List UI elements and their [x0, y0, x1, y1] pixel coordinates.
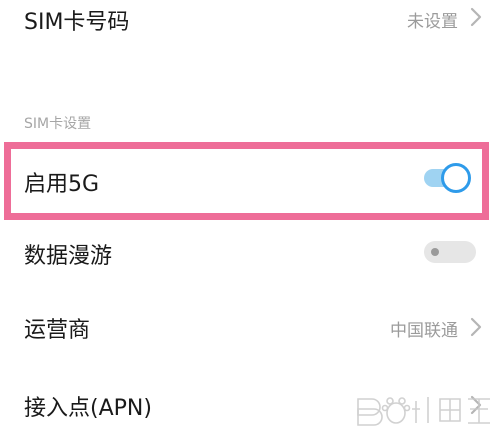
sim-number-label: SIM卡号码 — [24, 10, 130, 35]
sim-number-row[interactable]: SIM卡号码 未设置 — [0, 0, 500, 38]
data-roaming-toggle[interactable] — [424, 241, 476, 263]
apn-label: 接入点(APN) — [24, 396, 152, 421]
carrier-label: 运营商 — [24, 318, 91, 343]
apn-row[interactable]: 接入点(APN) — [0, 376, 500, 432]
enable-5g-toggle[interactable] — [422, 163, 472, 193]
sim-number-value: 未设置 — [407, 12, 458, 32]
toggle-knob — [441, 163, 471, 193]
chevron-right-icon — [470, 317, 482, 337]
enable-5g-label: 启用5G — [24, 172, 100, 197]
carrier-row[interactable]: 运营商 中国联通 — [0, 300, 500, 354]
toggle-knob — [431, 248, 439, 256]
chevron-right-icon — [470, 395, 482, 415]
chevron-right-icon — [470, 7, 482, 27]
carrier-value: 中国联通 — [390, 321, 458, 341]
data-roaming-label: 数据漫游 — [24, 244, 113, 269]
section-header-sim-settings: SIM卡设置 — [24, 116, 92, 132]
